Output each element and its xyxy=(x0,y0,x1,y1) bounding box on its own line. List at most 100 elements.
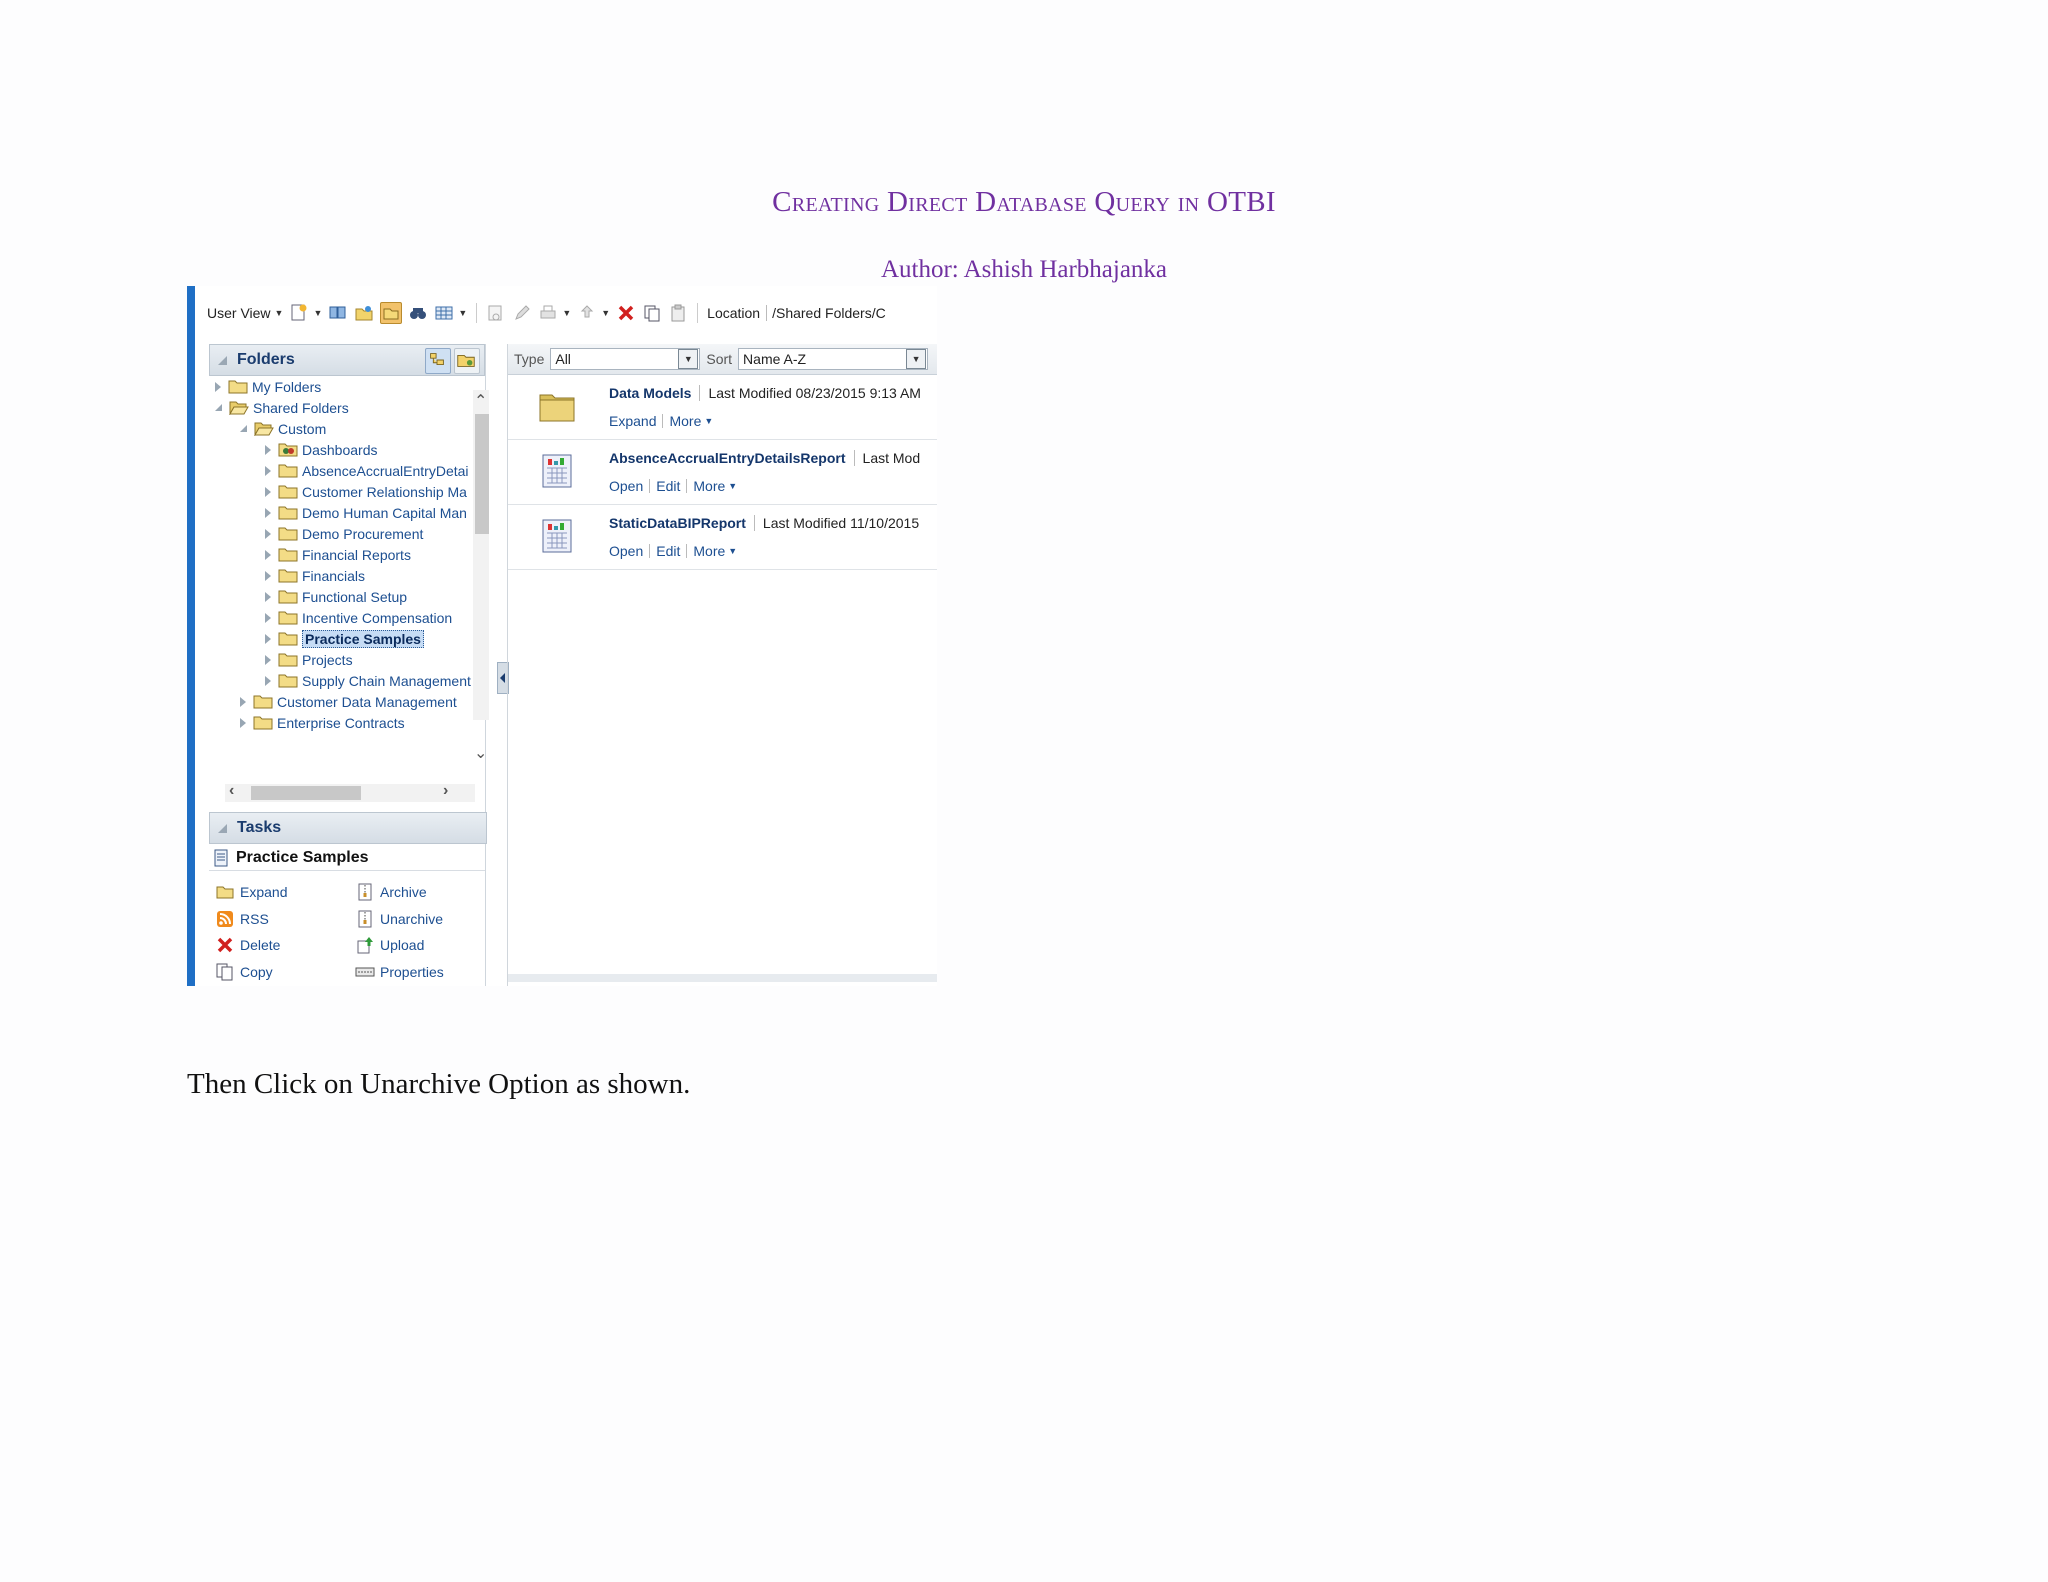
tree-item[interactable]: Dashboards xyxy=(265,439,378,460)
expand-triangle-icon[interactable] xyxy=(265,570,271,581)
new-document-icon[interactable] xyxy=(289,303,309,323)
delete-icon[interactable] xyxy=(616,303,636,323)
item-action-more[interactable]: More xyxy=(693,478,725,494)
tree-item-label[interactable]: Functional Setup xyxy=(302,589,407,605)
item-name[interactable]: StaticDataBIPReport xyxy=(609,515,746,531)
tree-item-label[interactable]: My Folders xyxy=(252,379,321,395)
task-label[interactable]: Upload xyxy=(380,937,424,953)
search-binoculars-icon[interactable] xyxy=(408,303,428,323)
tree-item-label[interactable]: Customer Relationship Ma xyxy=(302,484,467,500)
tree-item-label[interactable]: Enterprise Contracts xyxy=(277,715,405,731)
tree-item[interactable]: Functional Setup xyxy=(265,586,407,607)
expand-triangle-icon[interactable] xyxy=(265,633,271,644)
tree-item-label[interactable]: Customer Data Management xyxy=(277,694,457,710)
copy-icon[interactable] xyxy=(642,303,662,323)
task-label[interactable]: Properties xyxy=(380,964,444,980)
tree-item[interactable]: Incentive Compensation xyxy=(265,607,452,628)
tree-item-label[interactable]: Demo Procurement xyxy=(302,526,423,542)
item-action-open[interactable]: Open xyxy=(609,478,643,494)
collapse-triangle-icon[interactable] xyxy=(240,425,247,432)
task-label[interactable]: Copy xyxy=(240,964,273,980)
task-archive[interactable]: Archive xyxy=(355,882,427,902)
item-action-open[interactable]: Open xyxy=(609,543,643,559)
table-view-icon[interactable] xyxy=(434,303,454,323)
tree-item[interactable]: Practice Samples xyxy=(265,628,424,649)
folders-view-icon[interactable] xyxy=(380,302,403,324)
chevron-down-icon[interactable]: ▼ xyxy=(601,308,610,318)
expand-triangle-icon[interactable] xyxy=(265,465,271,476)
location-path[interactable]: /Shared Folders/C xyxy=(766,305,886,321)
collapse-triangle-icon[interactable] xyxy=(218,355,227,365)
tree-item-label[interactable]: Financial Reports xyxy=(302,547,411,563)
folder-tree-icon[interactable] xyxy=(425,348,451,374)
tree-item[interactable]: Shared Folders xyxy=(215,397,349,418)
expand-triangle-icon[interactable] xyxy=(265,612,271,623)
folder-icon[interactable] xyxy=(538,387,576,425)
chevron-down-icon[interactable]: ▼ xyxy=(275,308,284,318)
expand-triangle-icon[interactable] xyxy=(215,381,221,392)
task-label[interactable]: Unarchive xyxy=(380,911,443,927)
type-select[interactable]: All ▼ xyxy=(550,348,701,370)
task-unarchive[interactable]: Unarchive xyxy=(355,909,443,929)
sort-select[interactable]: Name A-Z ▼ xyxy=(738,348,929,370)
chevron-down-icon[interactable]: ▼ xyxy=(313,308,322,318)
open-icon[interactable] xyxy=(486,303,506,323)
folders-header[interactable]: Folders xyxy=(209,344,485,376)
tree-item[interactable]: Customer Relationship Ma xyxy=(265,481,467,502)
tasks-header[interactable]: Tasks xyxy=(209,812,487,844)
item-action-edit[interactable]: Edit xyxy=(656,543,680,559)
tree-item[interactable]: Enterprise Contracts xyxy=(240,712,405,733)
tree-item-label[interactable]: AbsenceAccrualEntryDetai xyxy=(302,463,469,479)
tree-item[interactable]: Supply Chain Management xyxy=(265,670,471,691)
paste-icon[interactable] xyxy=(668,303,688,323)
tree-item[interactable]: Demo Procurement xyxy=(265,523,423,544)
expand-triangle-icon[interactable] xyxy=(240,717,246,728)
chevron-down-icon[interactable]: ▼ xyxy=(704,416,713,426)
scrollbar-thumb[interactable] xyxy=(475,414,489,534)
scroll-right-icon[interactable]: › xyxy=(443,783,448,799)
task-label[interactable]: Delete xyxy=(240,937,280,953)
tree-item-label[interactable]: Custom xyxy=(278,421,326,437)
collapse-triangle-icon[interactable] xyxy=(218,823,227,833)
edit-pencil-icon[interactable] xyxy=(512,303,532,323)
tree-item-label[interactable]: Practice Samples xyxy=(302,629,424,648)
tree-item[interactable]: Financial Reports xyxy=(265,544,411,565)
scroll-up-icon[interactable]: ⌃ xyxy=(474,394,487,410)
expand-triangle-icon[interactable] xyxy=(265,507,271,518)
export-icon[interactable] xyxy=(577,303,597,323)
expand-triangle-icon[interactable] xyxy=(265,654,271,665)
task-label[interactable]: Archive xyxy=(380,884,427,900)
tree-item-label[interactable]: Supply Chain Management xyxy=(302,673,471,689)
expand-triangle-icon[interactable] xyxy=(265,675,271,686)
item-action-expand[interactable]: Expand xyxy=(609,413,656,429)
expand-triangle-icon[interactable] xyxy=(265,528,271,539)
tree-item[interactable]: My Folders xyxy=(215,376,321,397)
chevron-down-icon[interactable]: ▼ xyxy=(678,349,699,369)
scroll-left-icon[interactable]: ‹ xyxy=(229,783,234,799)
chevron-down-icon[interactable]: ▼ xyxy=(906,349,927,369)
item-action-more[interactable]: More xyxy=(693,543,725,559)
chevron-down-icon[interactable]: ▼ xyxy=(728,546,737,556)
task-rss[interactable]: RSS xyxy=(215,909,269,929)
tree-item[interactable]: Custom xyxy=(240,418,326,439)
item-action-edit[interactable]: Edit xyxy=(656,478,680,494)
tree-item-label[interactable]: Dashboards xyxy=(302,442,378,458)
task-label[interactable]: RSS xyxy=(240,911,269,927)
task-upload[interactable]: Upload xyxy=(355,935,424,955)
tree-item[interactable]: Projects xyxy=(265,649,353,670)
task-copy[interactable]: Copy xyxy=(215,962,273,982)
item-action-more[interactable]: More xyxy=(669,413,701,429)
tree-horizontal-scrollbar[interactable] xyxy=(225,784,475,802)
report-icon[interactable] xyxy=(538,517,576,555)
print-icon[interactable] xyxy=(538,303,558,323)
refresh-icon[interactable] xyxy=(328,303,348,323)
new-folder-icon[interactable] xyxy=(354,303,374,323)
expand-triangle-icon[interactable] xyxy=(265,486,271,497)
scrollbar-thumb[interactable] xyxy=(251,786,361,800)
task-label[interactable]: Expand xyxy=(240,884,287,900)
tree-item[interactable]: Demo Human Capital Man xyxy=(265,502,467,523)
chevron-down-icon[interactable]: ▼ xyxy=(728,481,737,491)
expand-triangle-icon[interactable] xyxy=(240,696,246,707)
expand-triangle-icon[interactable] xyxy=(265,444,271,455)
tree-item-label[interactable]: Financials xyxy=(302,568,365,584)
